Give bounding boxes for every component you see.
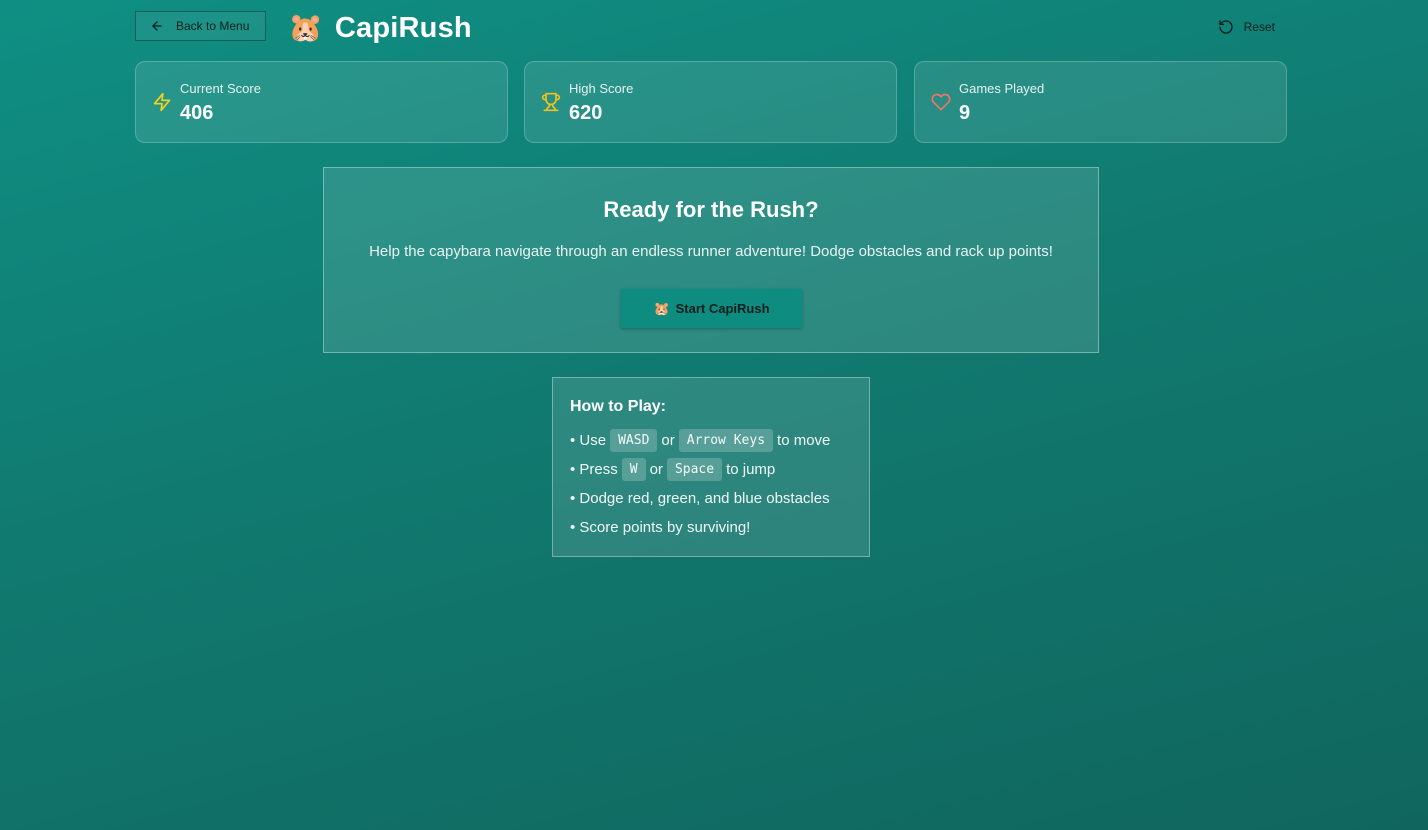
- trophy-icon: [541, 92, 561, 112]
- start-game-button[interactable]: 🐹 Start CapiRush: [621, 289, 802, 328]
- stat-label: High Score: [569, 81, 634, 96]
- high-score-card: High Score 620: [524, 61, 897, 143]
- stat-value: 9: [959, 102, 971, 124]
- app-title: CapiRush: [334, 11, 472, 44]
- games-played-card: Games Played 9: [914, 61, 1287, 143]
- key-wasd: WASD: [610, 429, 658, 452]
- brand: 🐹 CapiRush: [288, 11, 472, 45]
- rotate-ccw-icon: [1218, 20, 1233, 34]
- instruction-text: • Use: [570, 432, 607, 449]
- capybara-icon: 🐹: [288, 12, 323, 43]
- instruction-move: • Use WASD or Arrow Keys to move: [570, 426, 869, 455]
- instruction-text: to move: [777, 432, 831, 449]
- reset-label: Reset: [1243, 20, 1275, 34]
- heart-icon: [931, 93, 951, 111]
- back-to-menu-button[interactable]: Back to Menu: [135, 11, 266, 41]
- instruction-dodge: • Dodge red, green, and blue obstacles: [570, 490, 830, 507]
- key-arrow-keys: Arrow Keys: [678, 429, 774, 452]
- arrow-left-icon: [152, 21, 162, 31]
- instruction-jump: • Press W or Space to jump: [570, 455, 869, 484]
- instruction-text: or: [661, 432, 675, 449]
- ready-title: Ready for the Rush?: [603, 197, 819, 222]
- header: Back to Menu 🐹 CapiRush Reset: [135, 11, 1287, 45]
- how-to-play-panel: How to Play: • Use WASD or Arrow Keys to…: [552, 377, 870, 557]
- ready-panel: Ready for the Rush? Help the capybara na…: [323, 167, 1099, 353]
- start-game-label: Start CapiRush: [675, 301, 770, 316]
- back-to-menu-label: Back to Menu: [176, 19, 250, 33]
- how-to-play-title: How to Play:: [570, 398, 667, 415]
- reset-button[interactable]: Reset: [1210, 12, 1283, 42]
- key-space: Space: [666, 458, 723, 481]
- instruction-text: • Press: [570, 461, 618, 478]
- ready-description: Help the capybara navigate through an en…: [369, 243, 1053, 260]
- instruction-score: • Score points by surviving!: [570, 519, 751, 536]
- instruction-text: or: [649, 461, 663, 478]
- instruction-text: to jump: [726, 461, 776, 478]
- stat-label: Current Score: [180, 81, 261, 96]
- stat-label: Games Played: [959, 81, 1045, 96]
- stat-value: 620: [569, 102, 603, 124]
- capybara-icon: 🐹: [653, 300, 670, 316]
- stats-row: Current Score 406 High Score 620 Games P…: [135, 61, 1287, 143]
- lightning-icon: [153, 92, 171, 112]
- current-score-card: Current Score 406: [135, 61, 508, 143]
- key-w: W: [621, 458, 646, 481]
- stat-value: 406: [180, 102, 214, 124]
